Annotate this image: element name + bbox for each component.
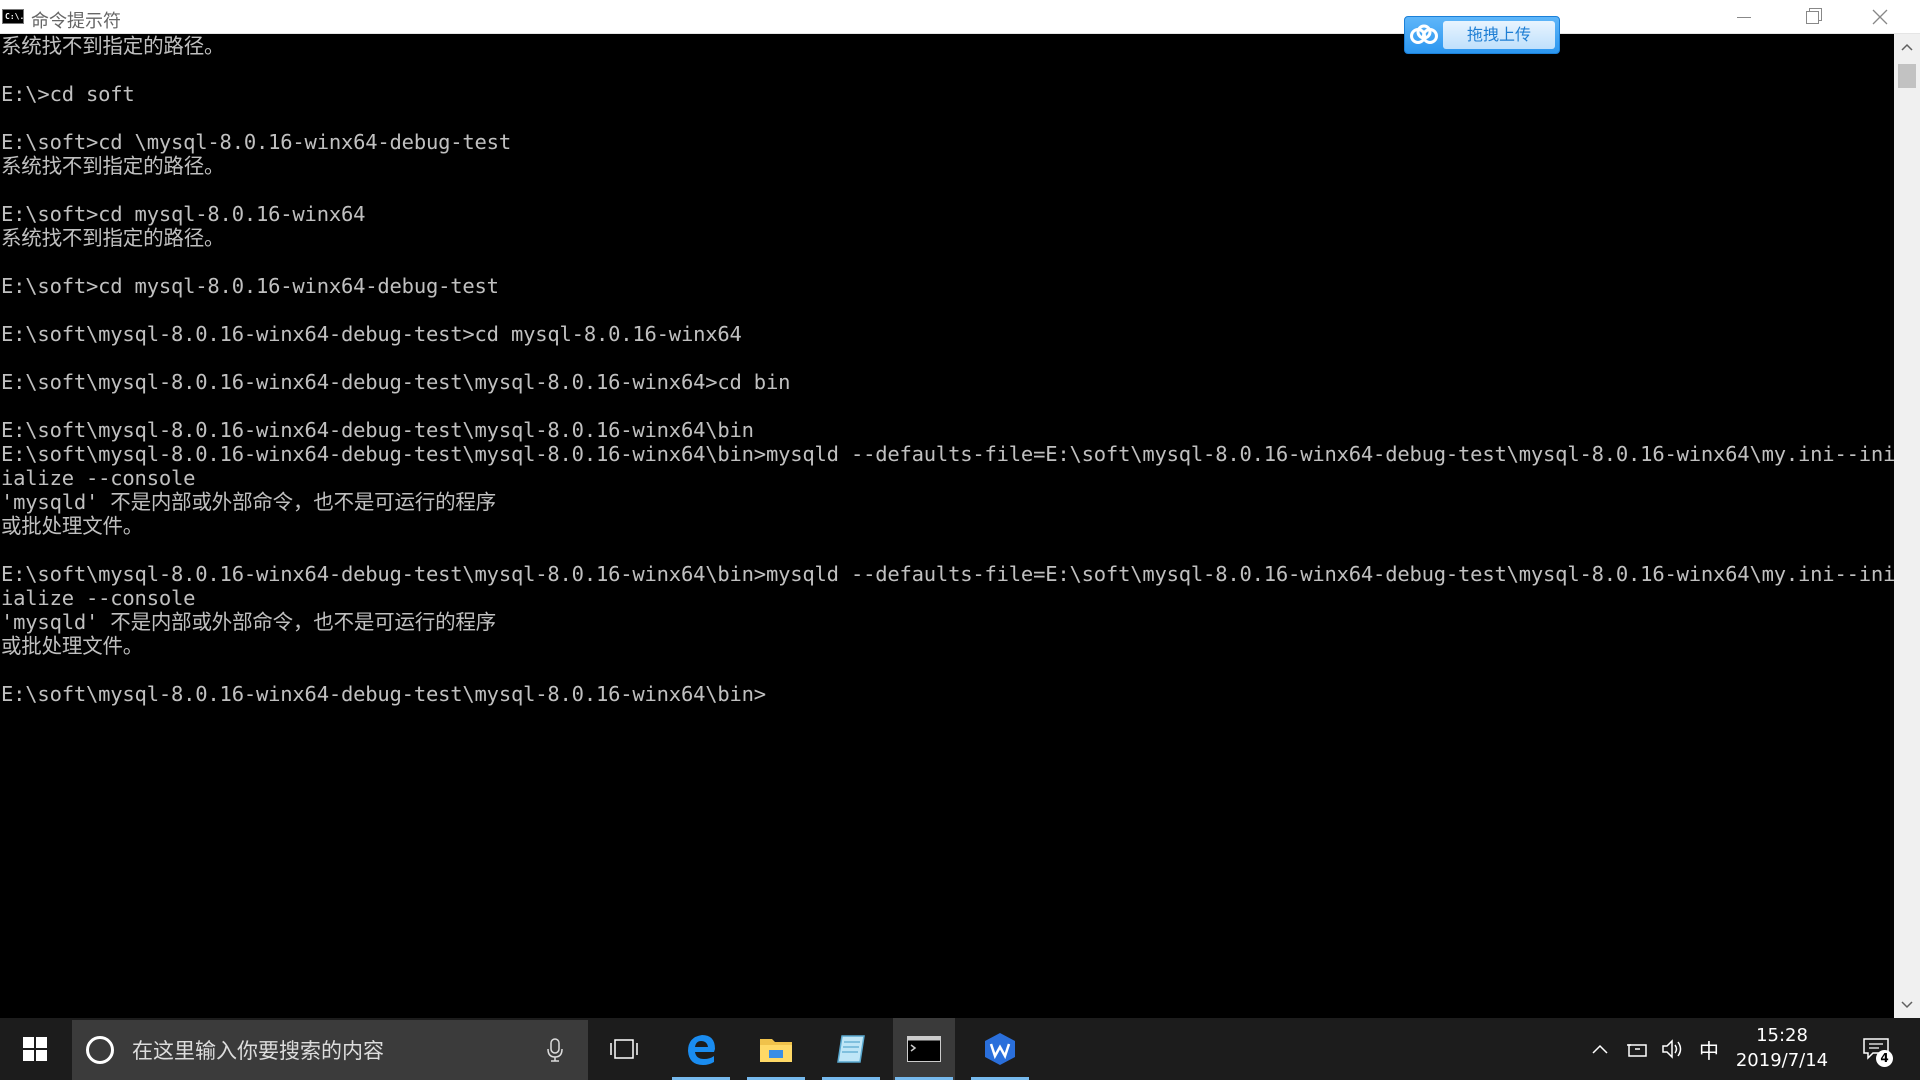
- console-line: E:\soft\mysql-8.0.16-winx64-debug-test\m…: [1, 682, 766, 706]
- notification-count-badge: 4: [1876, 1050, 1893, 1067]
- console-line: E:\soft\mysql-8.0.16-winx64-debug-test\m…: [1, 562, 1894, 586]
- cmd-icon: [907, 1036, 941, 1062]
- console-line: 'mysqld' 不是内部或外部命令，也不是可运行的程序: [1, 610, 496, 634]
- task-view-button[interactable]: [596, 1018, 652, 1080]
- chevron-up-icon: [1592, 1044, 1608, 1054]
- file-explorer-icon: [760, 1039, 792, 1062]
- console-line: 系统找不到指定的路径。: [1, 34, 225, 58]
- window-titlebar[interactable]: C:\. 命令提示符: [0, 0, 1920, 34]
- wps-icon: [985, 1033, 1015, 1065]
- console-line: 'mysqld' 不是内部或外部命令，也不是可运行的程序: [1, 490, 496, 514]
- drag-upload-label[interactable]: 拖拽上传: [1443, 21, 1555, 49]
- chevron-up-icon: [1901, 43, 1913, 51]
- maximize-button[interactable]: [1778, 0, 1846, 34]
- tray-ime-indicator[interactable]: 中: [1694, 1018, 1724, 1080]
- microphone-icon[interactable]: [540, 1038, 570, 1062]
- taskbar-clock[interactable]: 15:28 2019/7/14: [1732, 1024, 1832, 1074]
- console-line: 系统找不到指定的路径。: [1, 154, 225, 178]
- taskbar-app-file-explorer[interactable]: [745, 1018, 807, 1080]
- console-line: E:\>cd soft: [1, 82, 135, 106]
- tray-volume-button[interactable]: [1658, 1018, 1688, 1080]
- search-placeholder[interactable]: 在这里输入你要搜索的内容: [132, 1035, 540, 1065]
- console-text: 系统找不到指定的路径。 E:\>cd soft E:\soft>cd \mysq…: [0, 34, 1894, 706]
- console-line: E:\soft\mysql-8.0.16-winx64-debug-test\m…: [1, 418, 754, 442]
- console-output[interactable]: 系统找不到指定的路径。 E:\>cd soft E:\soft>cd \mysq…: [0, 34, 1894, 1018]
- chevron-down-icon: [1901, 1001, 1913, 1009]
- tray-show-hidden-button[interactable]: [1586, 1018, 1614, 1080]
- console-line: E:\soft>cd mysql-8.0.16-winx64-debug-tes…: [1, 274, 499, 298]
- minimize-button[interactable]: [1710, 0, 1778, 34]
- vertical-scrollbar[interactable]: [1894, 34, 1920, 1018]
- console-line: 或批处理文件。: [1, 634, 144, 658]
- close-icon: [1872, 9, 1888, 25]
- console-line: ialize --console: [1, 586, 196, 610]
- taskbar-search-box[interactable]: 在这里输入你要搜索的内容: [72, 1020, 588, 1080]
- cortana-icon: [86, 1036, 114, 1064]
- taskbar-app-notepad[interactable]: [820, 1018, 882, 1080]
- edge-icon: [688, 1035, 715, 1065]
- clock-time: 15:28: [1756, 1025, 1808, 1046]
- notepad-icon: [837, 1035, 865, 1063]
- scrollbar-thumb[interactable]: [1898, 64, 1916, 88]
- console-line: ialize --console: [1, 466, 196, 490]
- scroll-down-button[interactable]: [1894, 992, 1920, 1018]
- console-line: E:\soft\mysql-8.0.16-winx64-debug-test\m…: [1, 442, 1894, 466]
- console-line: E:\soft>cd \mysql-8.0.16-winx64-debug-te…: [1, 130, 511, 154]
- drag-upload-widget[interactable]: 拖拽上传: [1404, 16, 1560, 54]
- window-title: 命令提示符: [31, 11, 121, 32]
- console-line: E:\soft>cd mysql-8.0.16-winx64: [1, 202, 366, 226]
- close-button[interactable]: [1846, 0, 1914, 34]
- start-button[interactable]: [0, 1018, 70, 1080]
- network-icon: [1627, 1044, 1647, 1057]
- taskbar-app-cmd[interactable]: [893, 1018, 955, 1080]
- cmd-app-icon[interactable]: C:\.: [2, 9, 24, 24]
- windows-logo-icon: [23, 1037, 47, 1061]
- console-line: E:\soft\mysql-8.0.16-winx64-debug-test\m…: [1, 370, 791, 394]
- volume-icon: [1662, 1039, 1682, 1059]
- console-line: E:\soft\mysql-8.0.16-winx64-debug-test>c…: [1, 322, 742, 346]
- tray-network-button[interactable]: [1622, 1018, 1654, 1080]
- taskbar-app-edge[interactable]: [670, 1018, 732, 1080]
- console-line: 系统找不到指定的路径。: [1, 226, 225, 250]
- cloud-icon: [1405, 17, 1443, 53]
- clock-date: 2019/7/14: [1735, 1050, 1829, 1071]
- task-view-icon: [610, 1039, 638, 1059]
- action-center-button[interactable]: 4: [1852, 1018, 1900, 1080]
- scroll-up-button[interactable]: [1894, 34, 1920, 60]
- taskbar: 在这里输入你要搜索的内容 中 15:28 2019/7/14 4: [0, 1018, 1920, 1080]
- console-line: 或批处理文件。: [1, 514, 144, 538]
- taskbar-app-wps[interactable]: [969, 1018, 1031, 1080]
